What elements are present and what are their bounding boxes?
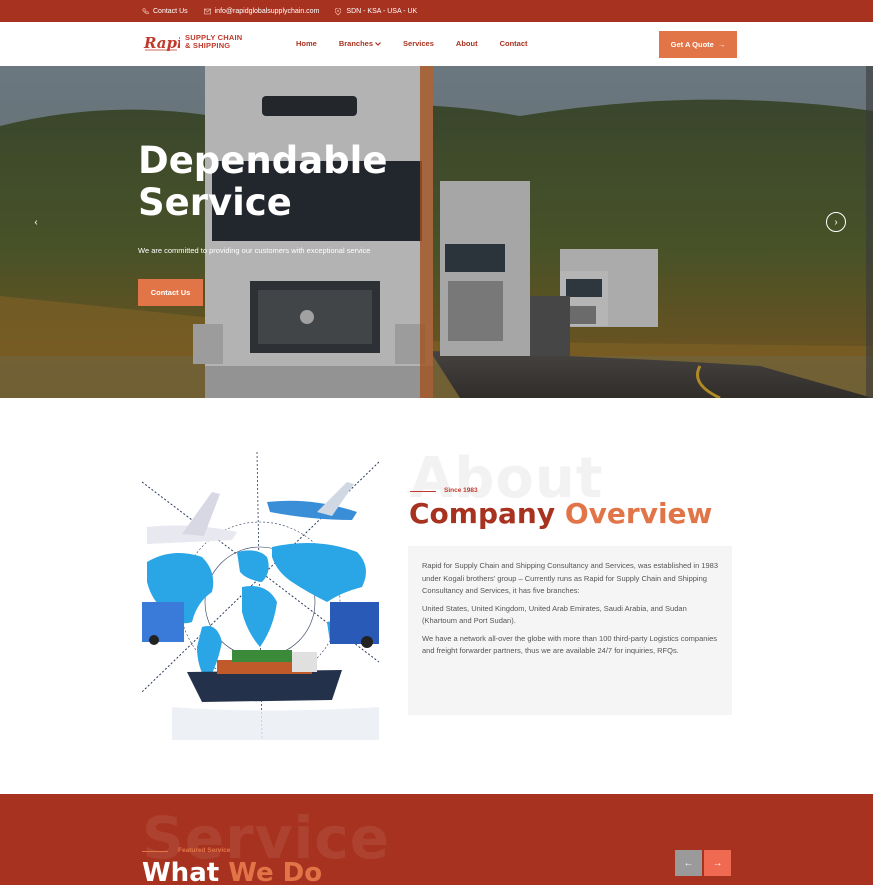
topbar-locations-label: SDN - KSA - USA - UK [346, 7, 418, 15]
chevron-right-icon: › [834, 216, 838, 228]
about-paragraph-1: Rapid for Supply Chain and Shipping Cons… [422, 561, 719, 595]
logo[interactable]: Rapid SUPPLY CHAIN & SHIPPING [143, 31, 242, 53]
services-section: Service Featured Service What We Do ← → [0, 794, 873, 885]
arrow-right-icon: → [717, 40, 726, 49]
nav-contact[interactable]: Contact [500, 39, 528, 48]
services-heading-part-1: What [142, 858, 220, 885]
services-prev-button[interactable]: ← [675, 850, 702, 876]
slider-next-button[interactable]: › [826, 212, 846, 232]
services-heading: What We Do [142, 858, 322, 885]
topbar-contact[interactable]: Contact Us [142, 8, 188, 15]
get-a-quote-button[interactable]: Get A Quote → [659, 31, 737, 58]
about-paragraph-2: United States, United Kingdom, United Ar… [422, 603, 687, 626]
about-logistics-image [142, 452, 379, 740]
topbar-email[interactable]: info@rapidglobalsupplychain.com [203, 7, 320, 15]
logo-line-2: & SHIPPING [185, 41, 231, 50]
rapid-logo-mark: Rapid [143, 34, 180, 52]
about-heading-part-2: Overview [564, 497, 713, 530]
nav-home-label: Home [296, 39, 317, 48]
page: Contact Us info@rapidglobalsupplychain.c… [0, 0, 873, 885]
about-heading: Company Overview [409, 497, 712, 530]
featured-divider [142, 851, 168, 852]
since-divider [410, 491, 436, 492]
nav-contact-label: Contact [499, 39, 528, 48]
hero-trucks-image [0, 66, 873, 398]
services-heading-part-2: We Do [228, 858, 323, 885]
hero-subtitle: We are committed to providing our custom… [138, 246, 371, 255]
hero-slider: Dependable Service We are committed to p… [0, 66, 873, 398]
site-header: Rapid SUPPLY CHAIN & SHIPPING Home Branc… [0, 22, 873, 66]
mail-icon [203, 8, 211, 15]
topbar-contact-label: Contact Us [153, 7, 188, 15]
slider-prev-button[interactable]: ‹ [30, 216, 42, 228]
hero-contact-button[interactable]: Contact Us [138, 279, 203, 306]
arrow-right-icon: → [712, 857, 723, 869]
nav-about-label: About [455, 39, 478, 48]
phone-icon [142, 7, 149, 15]
logo-text: SUPPLY CHAIN & SHIPPING [185, 34, 242, 50]
chevron-left-icon: ‹ [34, 216, 38, 228]
about-heading-part-1: Company [409, 497, 556, 530]
nav-home[interactable]: Home [296, 39, 317, 48]
services-next-button[interactable]: → [704, 850, 731, 876]
hero-title: Dependable Service [138, 140, 438, 224]
nav-services[interactable]: Services [403, 39, 434, 48]
nav-about[interactable]: About [456, 39, 478, 48]
get-a-quote-label: Get A Quote [670, 40, 714, 49]
nav-branches[interactable]: Branches [339, 39, 381, 48]
since-label: Since 1983 [444, 487, 478, 494]
top-info-bar: Contact Us info@rapidglobalsupplychain.c… [0, 0, 873, 22]
chevron-down-icon [375, 39, 381, 48]
arrow-left-icon: ← [683, 857, 694, 869]
topbar-locations: SDN - KSA - USA - UK [335, 7, 418, 16]
hero-title-line-2: Service [138, 181, 292, 224]
about-text-box: Rapid for Supply Chain and Shipping Cons… [408, 546, 732, 715]
main-nav: Home Branches Services About Contact [296, 39, 550, 48]
hero-title-line-1: Dependable [138, 139, 388, 182]
about-paragraph-3: We have a network all-over the globe wit… [422, 633, 718, 656]
location-pin-icon [335, 7, 342, 16]
nav-branches-label: Branches [338, 39, 374, 48]
featured-service-label: Featured Service [178, 847, 231, 854]
nav-services-label: Services [403, 39, 434, 48]
logo-wordmark: Rapid [143, 34, 180, 52]
topbar-email-label: info@rapidglobalsupplychain.com [214, 7, 320, 15]
